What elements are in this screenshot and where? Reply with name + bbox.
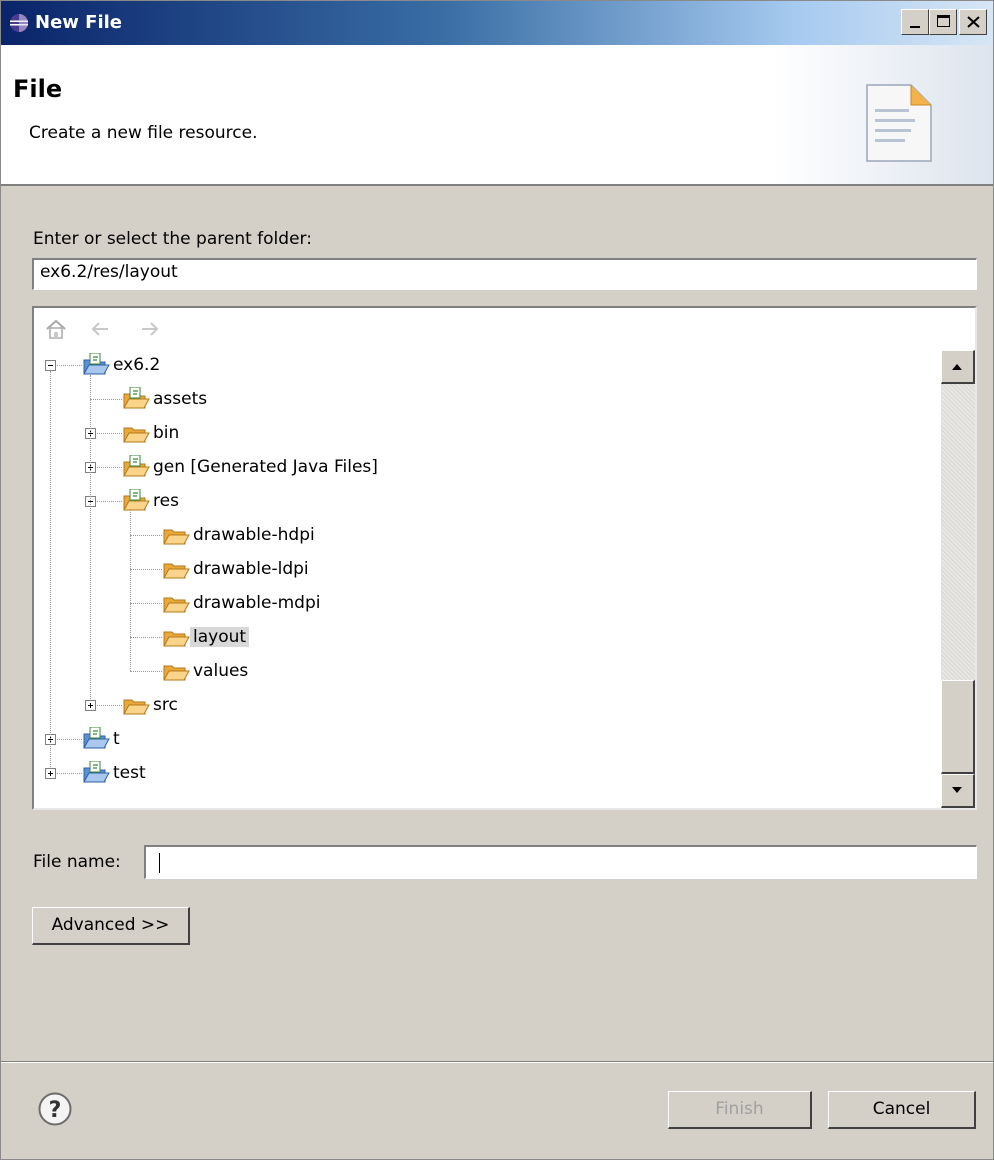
tree-connector <box>97 705 122 706</box>
eclipse-icon <box>10 14 28 32</box>
tree-connector <box>90 399 122 400</box>
folder-icon <box>122 421 150 445</box>
tree-connector <box>130 507 131 671</box>
home-icon[interactable] <box>44 318 68 340</box>
tree-toolbar <box>34 308 975 348</box>
source-folder-icon <box>122 454 150 479</box>
tree-item-label: layout <box>190 627 250 647</box>
tree-connector <box>97 501 122 502</box>
tree-item-assets[interactable]: assets <box>122 384 210 414</box>
tree-item-label: gen [Generated Java Files] <box>153 457 378 477</box>
text-cursor <box>159 853 160 873</box>
tree-connector <box>57 365 82 366</box>
title-bar[interactable]: New File <box>1 1 993 45</box>
tree-item-res[interactable]: res <box>122 486 182 516</box>
file-name-label: File name: <box>33 852 121 872</box>
tree-item-label: src <box>153 695 178 715</box>
tree-item-label: assets <box>153 389 208 409</box>
tree-connector <box>130 535 162 536</box>
tree-item-drawable-mdpi[interactable]: drawable-mdpi <box>162 588 324 618</box>
tree-connector <box>97 467 122 468</box>
folder-icon <box>162 523 190 547</box>
source-folder-icon <box>122 488 150 513</box>
tree-item-label: values <box>193 661 249 681</box>
tree-item-bin[interactable]: bin <box>122 418 182 448</box>
page-description: Create a new file resource. <box>29 123 258 143</box>
finish-button[interactable]: Finish <box>668 1091 812 1129</box>
tree-item-label: t <box>113 729 120 749</box>
tree-item-values[interactable]: values <box>162 656 251 686</box>
folder-icon <box>162 557 190 581</box>
tree-item-label: drawable-mdpi <box>193 593 321 613</box>
project-folder-icon <box>82 352 110 377</box>
expand-toggle[interactable] <box>85 700 96 711</box>
tree-item-label: drawable-hdpi <box>193 525 315 545</box>
document-icon <box>866 84 932 162</box>
file-name-input[interactable] <box>143 844 978 880</box>
finish-button-label: Finish <box>715 1099 764 1119</box>
scroll-down-button[interactable] <box>941 774 975 808</box>
tree-item-drawable-ldpi[interactable]: drawable-ldpi <box>162 554 312 584</box>
tree-item-ex62[interactable]: ex6.2 <box>82 350 163 380</box>
footer-separator <box>1 1061 993 1063</box>
cancel-button-label: Cancel <box>872 1099 931 1119</box>
tree-item-label: drawable-ldpi <box>193 559 309 579</box>
advanced-button-label: Advanced >> <box>51 915 170 935</box>
tree-connector <box>130 569 162 570</box>
arrow-down-icon <box>952 787 962 793</box>
tree-connector <box>97 433 122 434</box>
page-title: File <box>13 75 63 103</box>
source-folder-icon <box>122 386 150 411</box>
scroll-thumb[interactable] <box>941 680 975 774</box>
new-file-dialog: New File File Create a new file resource… <box>0 0 994 1160</box>
help-icon[interactable]: ? <box>38 1092 72 1126</box>
project-folder-icon <box>82 760 110 785</box>
tree-item-label: ex6.2 <box>113 355 161 375</box>
folder-icon <box>162 591 190 615</box>
wizard-header: File Create a new file resource. <box>1 45 993 186</box>
parent-folder-label: Enter or select the parent folder: <box>33 229 312 249</box>
tree-item-src[interactable]: src <box>122 690 181 720</box>
tree-item-t[interactable]: t <box>82 724 123 754</box>
project-folder-icon <box>82 726 110 751</box>
close-icon <box>967 16 980 28</box>
folder-icon <box>162 659 190 683</box>
scroll-up-button[interactable] <box>941 350 975 384</box>
tree-item-label: bin <box>153 423 180 443</box>
maximize-button[interactable] <box>929 9 957 35</box>
parent-folder-value: ex6.2/res/layout <box>40 262 178 282</box>
tree-item-gen[interactable]: gen [Generated Java Files] <box>122 452 381 482</box>
tree-connector <box>57 739 82 740</box>
tree-item-drawable-hdpi[interactable]: drawable-hdpi <box>162 520 318 550</box>
advanced-button[interactable]: Advanced >> <box>32 907 190 945</box>
parent-folder-input[interactable]: ex6.2/res/layout <box>31 257 978 291</box>
svg-text:?: ? <box>49 1098 62 1123</box>
arrow-up-icon <box>952 364 962 370</box>
forward-arrow-icon[interactable] <box>138 318 162 340</box>
folder-icon <box>122 693 150 717</box>
tree-connector <box>90 375 91 699</box>
tree-connector <box>57 773 82 774</box>
folder-icon <box>162 625 190 649</box>
collapse-toggle[interactable] <box>45 360 56 371</box>
tree-item-label: test <box>113 763 146 783</box>
tree-connector <box>130 671 162 672</box>
folder-tree[interactable]: ex6.2 assets bin gen [Generated Java Files]… <box>32 306 977 810</box>
maximize-icon <box>937 15 950 27</box>
back-arrow-icon[interactable] <box>88 318 112 340</box>
close-button[interactable] <box>959 9 987 35</box>
tree-scrollbar[interactable] <box>941 350 975 808</box>
tree-connector <box>50 371 51 767</box>
tree-item-label: res <box>153 491 179 511</box>
window-title: New File <box>35 12 123 33</box>
expand-toggle[interactable] <box>45 768 56 779</box>
minimize-button[interactable] <box>901 9 929 35</box>
tree-item-test[interactable]: test <box>82 758 149 788</box>
cancel-button[interactable]: Cancel <box>828 1091 976 1129</box>
tree-connector <box>130 637 162 638</box>
tree-connector <box>130 603 162 604</box>
minimize-icon <box>910 26 920 28</box>
tree-item-layout[interactable]: layout <box>162 622 250 652</box>
